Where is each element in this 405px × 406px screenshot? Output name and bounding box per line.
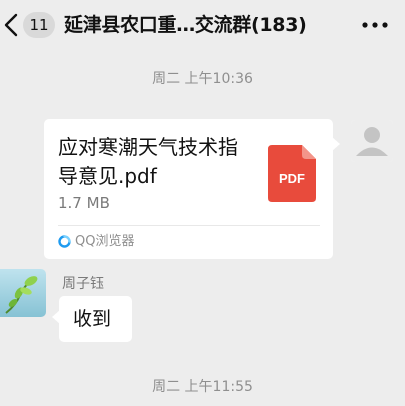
chat-header: 11 延津县农口重…交流群(183)	[0, 0, 405, 50]
file-size: 1.7 MB	[58, 194, 110, 212]
default-avatar-icon[interactable]	[351, 120, 393, 162]
unread-count-badge[interactable]: 11	[23, 12, 55, 38]
bubble-arrow	[332, 137, 340, 151]
card-divider	[58, 225, 320, 226]
message-timestamp: 周二 上午11:55	[152, 379, 253, 395]
back-arrow-icon[interactable]	[2, 12, 20, 38]
more-dots-icon[interactable]	[360, 17, 390, 33]
open-with-label: QQ浏览器	[75, 234, 135, 249]
message-text: 收到	[73, 308, 112, 330]
qq-browser-icon	[58, 235, 71, 248]
message-timestamp: 周二 上午10:36	[152, 71, 253, 87]
file-message-card[interactable]: 应对寒潮天气技术指导意见.pdf 1.7 MB PDF QQ浏览器	[44, 119, 340, 259]
file-name: 应对寒潮天气技术指导意见.pdf	[58, 135, 238, 188]
bubble-arrow	[52, 310, 60, 324]
plant-avatar-icon[interactable]	[0, 269, 46, 317]
chat-title: 延津县农口重…交流群(183)	[64, 14, 307, 36]
pdf-badge-text: PDF	[279, 171, 305, 186]
pdf-file-icon: PDF	[268, 145, 316, 202]
sender-name: 周子钰	[62, 276, 104, 292]
text-message-bubble[interactable]: 收到	[52, 296, 132, 342]
